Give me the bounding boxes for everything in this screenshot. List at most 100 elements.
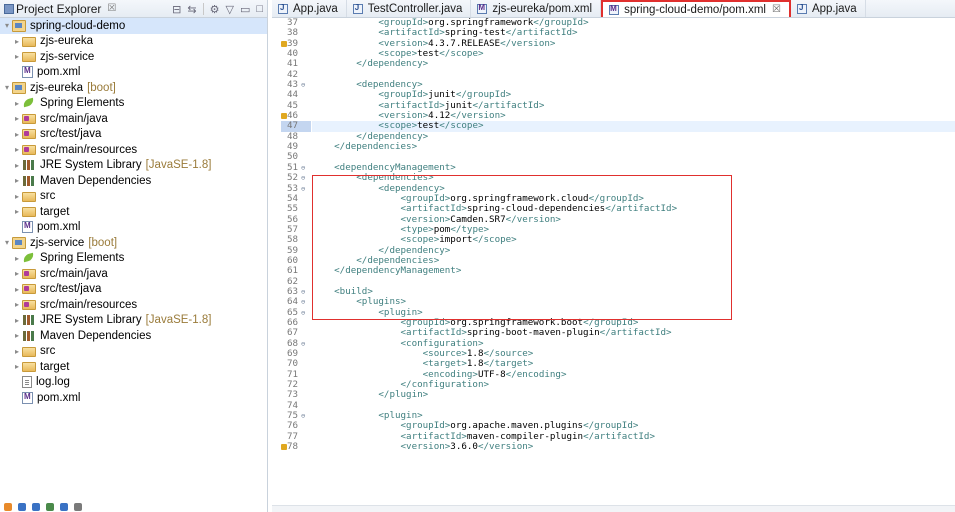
tree-item-label: src xyxy=(40,190,56,203)
xml-close-tag: </dependency> xyxy=(312,130,429,142)
tree-item[interactable]: ▸ src/main/java xyxy=(0,266,267,282)
link-with-editor-icon[interactable]: ⇆ xyxy=(187,3,196,16)
tree-item[interactable]: ▸ Spring Elements xyxy=(0,96,267,112)
collapsed-arrow-icon[interactable]: ▸ xyxy=(12,347,22,356)
xml-text-value: spring-boot-maven-plugin xyxy=(466,327,600,339)
xml-open-tag: <configuration> xyxy=(312,337,484,349)
collapsed-arrow-icon[interactable]: ▸ xyxy=(12,300,22,309)
tree-item[interactable]: ▸ Spring Elements xyxy=(0,251,267,267)
tree-item[interactable]: ▾ zjs-eureka [boot] xyxy=(0,80,267,96)
xml-open-tag: <scope> xyxy=(312,234,440,246)
collapse-all-icon[interactable]: ⊟ xyxy=(172,3,181,16)
toolbar-icon[interactable] xyxy=(4,503,12,511)
code-line[interactable] xyxy=(312,277,955,287)
collapsed-arrow-icon[interactable]: ▸ xyxy=(12,52,22,61)
tree-item[interactable]: ▾ spring-cloud-demo xyxy=(0,18,267,34)
collapsed-arrow-icon[interactable]: ▸ xyxy=(12,285,22,294)
project-explorer-icon xyxy=(4,3,14,14)
expanded-arrow-icon[interactable]: ▾ xyxy=(2,21,12,30)
expanded-arrow-icon[interactable]: ▾ xyxy=(2,238,12,247)
tree-item[interactable]: ▸ zjs-service xyxy=(0,49,267,65)
xml-open-tag: <version> xyxy=(312,441,451,453)
tree-item[interactable]: pom.xml xyxy=(0,220,267,236)
xml-text-value: test xyxy=(417,120,440,132)
collapsed-arrow-icon[interactable]: ▸ xyxy=(12,130,22,139)
tree-item[interactable]: ▾ zjs-service [boot] xyxy=(0,235,267,251)
collapsed-arrow-icon[interactable]: ▸ xyxy=(12,331,22,340)
collapsed-arrow-icon[interactable]: ▸ xyxy=(12,269,22,278)
collapsed-arrow-icon[interactable]: ▸ xyxy=(12,145,22,154)
tree-item[interactable]: ▸ src/test/java xyxy=(0,282,267,298)
tree-item[interactable]: ▸ Maven Dependencies xyxy=(0,328,267,344)
tree-item[interactable]: ▸ zjs-eureka xyxy=(0,34,267,50)
close-view-icon[interactable]: ☒ xyxy=(107,3,116,14)
toolbar-icon[interactable] xyxy=(60,503,68,511)
code-area[interactable]: <groupId>org.springframework</groupId> <… xyxy=(312,18,955,512)
xml-close-tag: </target> xyxy=(483,358,534,370)
tree-item[interactable]: pom.xml xyxy=(0,65,267,81)
code-line[interactable]: </dependencies> xyxy=(312,141,955,152)
tree-item[interactable]: ▸ Maven Dependencies xyxy=(0,173,267,189)
toolbar-icon[interactable] xyxy=(32,503,40,511)
xml-text-value: spring-test xyxy=(444,27,506,39)
bottom-toolbar-strip xyxy=(0,502,268,512)
toolbar-icon[interactable] xyxy=(74,503,82,511)
tree-item[interactable]: ▸ src/main/resources xyxy=(0,297,267,313)
xml-open-tag: <version> xyxy=(312,110,429,122)
tree-item-label: target xyxy=(40,360,70,373)
xml-close-tag: </artifactId> xyxy=(583,430,655,442)
tree-item[interactable]: log.log xyxy=(0,375,267,391)
tree-item[interactable]: pom.xml xyxy=(0,390,267,406)
collapsed-arrow-icon[interactable]: ▸ xyxy=(12,99,22,108)
project-explorer-panel: Project Explorer ☒ ⊟ ⇆ ⚙ ▽ ▭ □ ▾ spring-c… xyxy=(0,0,268,512)
collapsed-arrow-icon[interactable]: ▸ xyxy=(12,316,22,325)
editor-tab[interactable]: spring-cloud-demo/pom.xml ☒ xyxy=(601,0,791,17)
xml-open-tag: <plugin> xyxy=(312,306,423,318)
horizontal-scrollbar[interactable] xyxy=(272,505,955,512)
editor-tab[interactable]: App.java xyxy=(272,0,347,17)
collapsed-arrow-icon[interactable]: ▸ xyxy=(12,192,22,201)
spring-leaf-icon xyxy=(22,252,36,264)
collapsed-arrow-icon[interactable]: ▸ xyxy=(12,207,22,216)
editor-tab[interactable]: TestController.java xyxy=(347,0,472,17)
code-line[interactable]: </plugin> xyxy=(312,390,955,400)
code-line[interactable]: </dependencyManagement> xyxy=(312,266,955,276)
xml-close-tag: </groupId> xyxy=(583,420,639,432)
tree-item[interactable]: ▸ src/main/java xyxy=(0,111,267,127)
toolbar-icon[interactable] xyxy=(46,503,54,511)
tree-item-label: spring-cloud-demo xyxy=(30,19,126,32)
tree-item[interactable]: ▸ target xyxy=(0,204,267,220)
collapsed-arrow-icon[interactable]: ▸ xyxy=(12,114,22,123)
collapsed-arrow-icon[interactable]: ▸ xyxy=(12,176,22,185)
xml-close-tag: </version> xyxy=(505,213,561,225)
tree-item[interactable]: ▸ target xyxy=(0,359,267,375)
tree-item[interactable]: ▸ JRE System Library [JavaSE-1.8] xyxy=(0,158,267,174)
editor-tab[interactable]: zjs-eureka/pom.xml xyxy=(471,0,602,17)
close-tab-icon[interactable]: ☒ xyxy=(772,4,781,15)
xml-open-tag: <version> xyxy=(312,37,429,49)
filter-icon[interactable]: ⚙ xyxy=(210,3,220,16)
xml-open-tag: <dependencyManagement> xyxy=(312,161,456,173)
collapsed-arrow-icon[interactable]: ▸ xyxy=(12,254,22,263)
expanded-arrow-icon[interactable]: ▾ xyxy=(2,83,12,92)
code-line[interactable]: <version>3.6.0</version> xyxy=(312,441,955,453)
collapsed-arrow-icon[interactable]: ▸ xyxy=(12,362,22,371)
tree-item-label: zjs-service xyxy=(40,50,95,63)
toolbar-icon[interactable] xyxy=(18,503,26,511)
collapsed-arrow-icon[interactable]: ▸ xyxy=(12,161,22,170)
tree-item[interactable]: ▸ src/main/resources xyxy=(0,142,267,158)
tree-item[interactable]: ▸ JRE System Library [JavaSE-1.8] xyxy=(0,313,267,329)
source-folder-icon xyxy=(22,268,36,279)
code-line[interactable]: <build> xyxy=(312,286,955,297)
xml-editor[interactable]: 3738394041424344454647484950515253545556… xyxy=(272,18,955,512)
view-menu-icon[interactable]: ▽ xyxy=(225,3,233,16)
xml-close-tag: </artifactId> xyxy=(505,27,578,39)
minimize-icon[interactable]: ▭ xyxy=(240,3,250,16)
editor-tab[interactable]: App.java xyxy=(791,0,866,17)
maximize-icon[interactable]: □ xyxy=(256,3,263,15)
tree-item[interactable]: ▸ src xyxy=(0,344,267,360)
tree-item[interactable]: ▸ src xyxy=(0,189,267,205)
collapsed-arrow-icon[interactable]: ▸ xyxy=(12,37,22,46)
code-line[interactable]: </dependency> xyxy=(312,59,955,69)
tree-item[interactable]: ▸ src/test/java xyxy=(0,127,267,143)
